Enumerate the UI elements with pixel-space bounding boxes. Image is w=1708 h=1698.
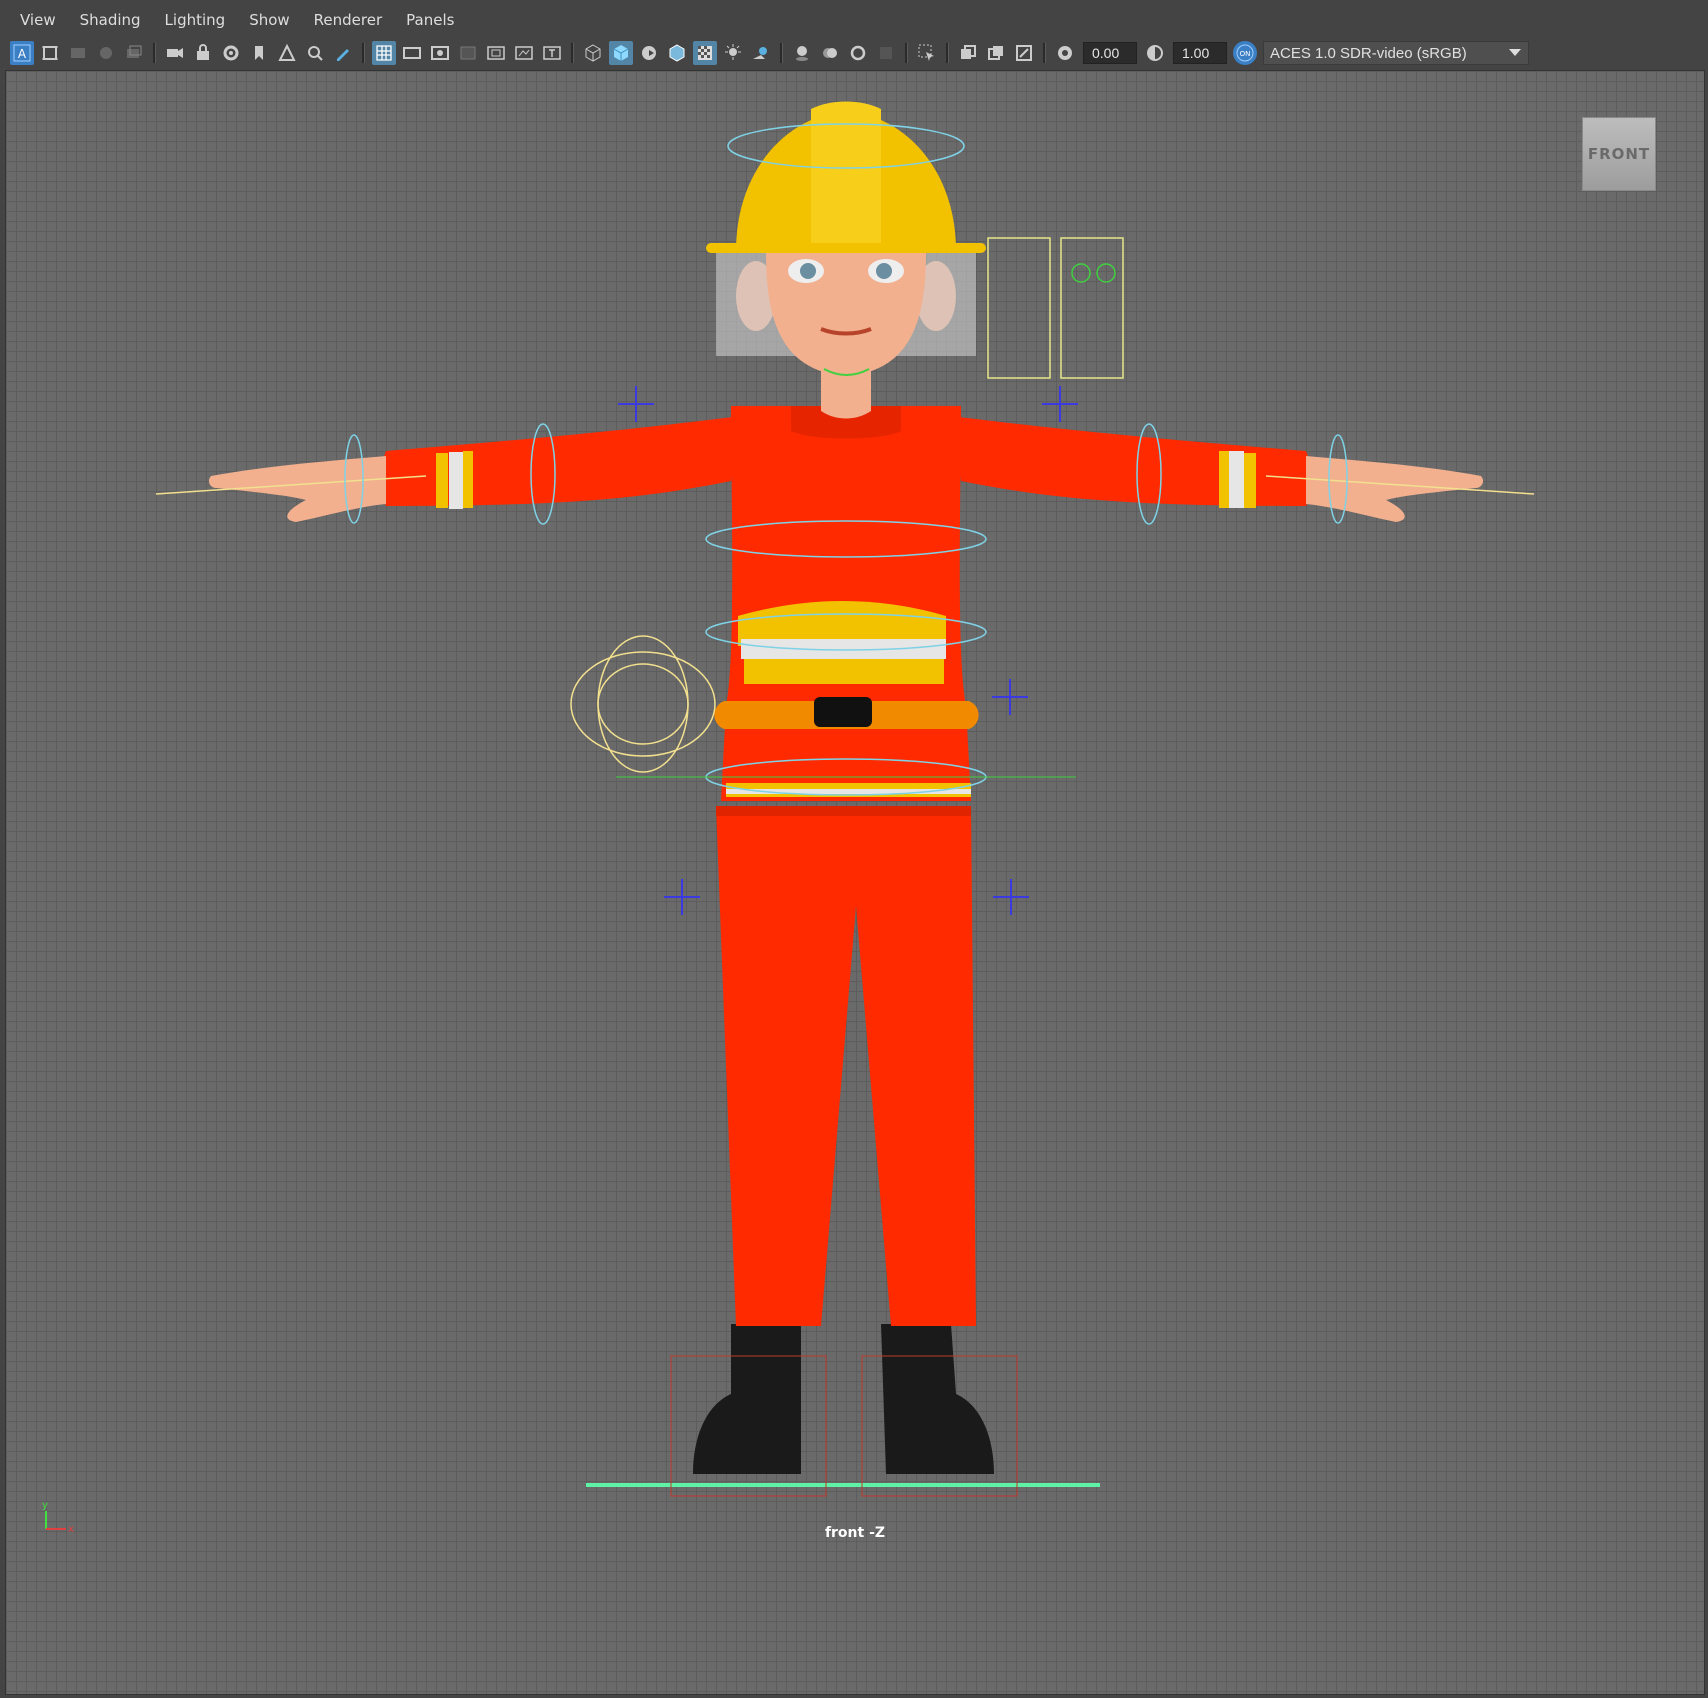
- menu-lighting[interactable]: Lighting: [153, 0, 238, 38]
- toolbar-separator: [571, 43, 574, 63]
- motion-blur-icon[interactable]: [818, 41, 842, 65]
- image-plane-icon[interactable]: [94, 41, 118, 65]
- image-plane-toggle-icon[interactable]: [275, 41, 299, 65]
- safe-title-icon[interactable]: [540, 41, 564, 65]
- shadows-icon[interactable]: [749, 41, 773, 65]
- select-camera-icon[interactable]: A: [10, 41, 34, 65]
- gate-mask-icon[interactable]: [456, 41, 480, 65]
- svg-text:A: A: [18, 47, 27, 61]
- axis-y-label: y: [42, 1500, 48, 1511]
- boots: [670, 1324, 1018, 1497]
- camera-icon[interactable]: [163, 41, 187, 65]
- safe-action-icon[interactable]: [512, 41, 536, 65]
- menu-view[interactable]: View: [0, 0, 68, 38]
- menu-show[interactable]: Show: [237, 0, 301, 38]
- toolbar-separator: [946, 43, 949, 63]
- camera-label: front -Z: [824, 1525, 886, 1541]
- anti-aliasing-icon[interactable]: [846, 41, 870, 65]
- bookmark-flag-icon[interactable]: [247, 41, 271, 65]
- 2d-pan-zoom-icon[interactable]: [122, 41, 146, 65]
- menu-panels[interactable]: Panels: [394, 0, 466, 38]
- gamma-icon[interactable]: [1143, 41, 1167, 65]
- belt-buckle: [814, 697, 872, 727]
- camera-settings-icon[interactable]: [219, 41, 243, 65]
- xray-joints-icon[interactable]: [984, 41, 1008, 65]
- front-viewport[interactable]: FRONT y x front -Z: [5, 70, 1705, 1695]
- grease-pencil-icon[interactable]: [331, 41, 355, 65]
- xray-components-icon[interactable]: [1012, 41, 1036, 65]
- menu-renderer[interactable]: Renderer: [302, 0, 394, 38]
- depth-of-field-icon[interactable]: [874, 41, 898, 65]
- dropdown-arrow-icon: [1509, 49, 1521, 56]
- color-management-label: ACES 1.0 SDR-video (sRGB): [1270, 44, 1467, 62]
- wireframe-icon[interactable]: [581, 41, 605, 65]
- head: [716, 251, 976, 419]
- bookmark-icon[interactable]: [66, 41, 90, 65]
- resolution-gate-icon[interactable]: [428, 41, 452, 65]
- helmet: [706, 101, 986, 253]
- menu-bar: View Shading Lighting Show Renderer Pane…: [0, 0, 1708, 38]
- grid-icon[interactable]: [372, 41, 396, 65]
- character-scene: [155, 101, 1535, 1497]
- 2d-pan-icon[interactable]: [303, 41, 327, 65]
- textured-icon[interactable]: [693, 41, 717, 65]
- panel-toolbar: A 0.00 1.00 ON ACES 1.0 SDR-video (sRGB): [0, 38, 1708, 68]
- toolbar-separator: [780, 43, 783, 63]
- gamma-field[interactable]: 1.00: [1173, 42, 1227, 64]
- pants: [716, 806, 976, 1326]
- camera-attributes-icon[interactable]: [38, 41, 62, 65]
- toolbar-separator: [153, 43, 156, 63]
- svg-text:ON: ON: [1240, 50, 1251, 58]
- color-management-icon[interactable]: ON: [1233, 41, 1257, 65]
- smooth-shade-icon[interactable]: [609, 41, 633, 65]
- viewcube-front[interactable]: FRONT: [1582, 117, 1656, 191]
- color-management-dropdown[interactable]: ACES 1.0 SDR-video (sRGB): [1263, 41, 1529, 65]
- film-gate-icon[interactable]: [400, 41, 424, 65]
- toolbar-separator: [362, 43, 365, 63]
- toolbar-separator: [905, 43, 908, 63]
- toolbar-separator: [1043, 43, 1046, 63]
- exposure-icon[interactable]: [1053, 41, 1077, 65]
- menu-shading[interactable]: Shading: [68, 0, 153, 38]
- camera-lock-icon[interactable]: [191, 41, 215, 65]
- xray-icon[interactable]: [956, 41, 980, 65]
- isolate-select-icon[interactable]: [915, 41, 939, 65]
- lights-icon[interactable]: [721, 41, 745, 65]
- field-chart-icon[interactable]: [484, 41, 508, 65]
- default-material-icon[interactable]: [637, 41, 661, 65]
- jacket: [714, 406, 979, 801]
- shade-with-wireframe-icon[interactable]: [665, 41, 689, 65]
- screen-space-ao-icon[interactable]: [790, 41, 814, 65]
- exposure-field[interactable]: 0.00: [1083, 42, 1137, 64]
